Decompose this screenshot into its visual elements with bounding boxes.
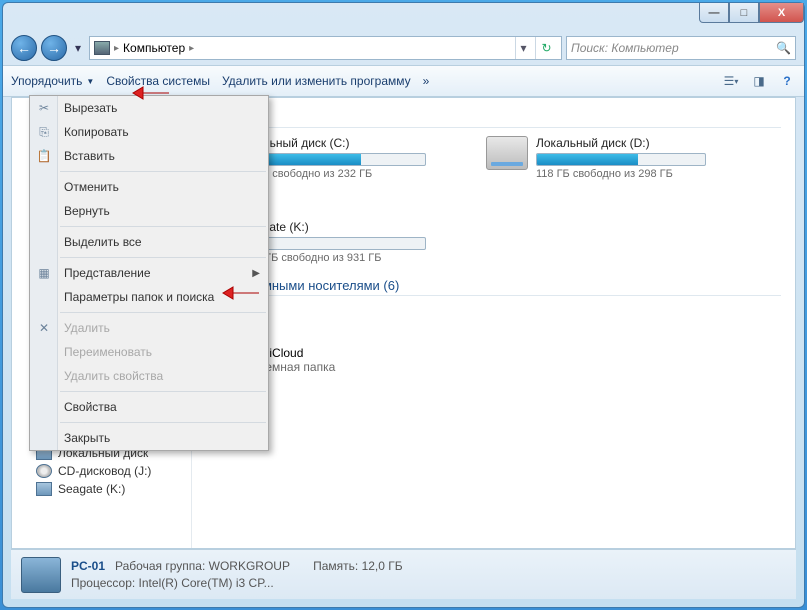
toolbar-more[interactable]: »	[423, 74, 430, 88]
breadcrumb-sep: ▸	[114, 43, 119, 54]
drive-d[interactable]: Локальный диск (D:) 118 ГБ свободно из 2…	[486, 136, 726, 180]
computer-icon	[94, 41, 110, 55]
icloud-folder[interactable]: то iCloud стемная папка	[206, 344, 781, 376]
preview-pane-button[interactable]: ◨	[750, 72, 768, 90]
layout-icon: ▦	[36, 265, 52, 281]
group-removable[interactable]: ва со съемными носителями (6)	[206, 278, 781, 296]
workgroup-value: WORKGROUP	[209, 559, 290, 573]
computer-icon	[21, 557, 61, 593]
search-icon: 🔍	[776, 41, 791, 55]
pc-name: PC-01	[71, 559, 105, 573]
back-button[interactable]: ←	[11, 35, 37, 61]
breadcrumb-sep: ▸	[189, 43, 194, 54]
address-bar-row: ← → ▾ ▸ Компьютер ▸ ▾ ↻ Поиск: Компьютер…	[3, 31, 804, 65]
main-pane: диски (3) альный диск (C:) ГБ свободно и…	[192, 98, 795, 548]
menu-delete: ✕Удалить	[30, 316, 268, 340]
toolbar: Упорядочить▼ Свойства системы Удалить ил…	[3, 65, 804, 97]
menu-properties[interactable]: Свойства	[30, 395, 268, 419]
forward-button[interactable]: →	[41, 35, 67, 61]
search-input[interactable]: Поиск: Компьютер 🔍	[566, 36, 796, 60]
drive-k-label: agate (K:)	[256, 220, 446, 234]
organize-button[interactable]: Упорядочить▼	[11, 74, 94, 88]
annotation-arrow-organize	[131, 81, 171, 105]
close-button[interactable]: X	[759, 3, 804, 23]
paste-icon: 📋	[36, 148, 52, 164]
submenu-arrow-icon: ▶	[252, 268, 260, 279]
drive-k-space: 0 ГБ свободно из 931 ГБ	[256, 252, 446, 264]
help-button[interactable]: ?	[778, 72, 796, 90]
delete-icon: ✕	[36, 320, 52, 336]
copy-icon: ⎘	[36, 124, 52, 140]
menu-remove-props: Удалить свойства	[30, 364, 268, 388]
memory-value: 12,0 ГБ	[362, 559, 403, 573]
breadcrumb-root[interactable]: Компьютер	[123, 41, 185, 55]
uninstall-button[interactable]: Удалить или изменить программу	[222, 74, 411, 88]
drive-k-usage-bar	[256, 237, 426, 250]
menu-close[interactable]: Закрыть	[30, 426, 268, 450]
refresh-button[interactable]: ↻	[535, 37, 557, 59]
cpu-label: Процессор:	[71, 576, 135, 590]
drive-c-label: альный диск (C:)	[256, 136, 446, 150]
group-hard-disks[interactable]: диски (3)	[206, 110, 781, 128]
menu-redo[interactable]: Вернуть	[30, 199, 268, 223]
view-options-button[interactable]: ☰▾	[722, 72, 740, 90]
drive-d-label: Локальный диск (D:)	[536, 136, 726, 150]
menu-copy[interactable]: ⎘Копировать	[30, 120, 268, 144]
drive-d-space: 118 ГБ свободно из 298 ГБ	[536, 168, 726, 180]
hdd-icon	[486, 136, 528, 170]
memory-label: Память:	[313, 559, 358, 573]
menu-rename: Переименовать	[30, 340, 268, 364]
scissors-icon: ✂	[36, 100, 52, 116]
maximize-button[interactable]: □	[729, 3, 759, 23]
workgroup-label: Рабочая группа:	[115, 559, 205, 573]
drive-d-usage-bar	[536, 153, 706, 166]
menu-select-all[interactable]: Выделить все	[30, 230, 268, 254]
explorer-window: — □ X ← → ▾ ▸ Компьютер ▸ ▾ ↻ Поиск: Ком…	[2, 2, 805, 608]
organize-menu: ✂Вырезать ⎘Копировать 📋Вставить Отменить…	[29, 95, 269, 451]
minimize-button[interactable]: —	[699, 3, 729, 23]
address-bar[interactable]: ▸ Компьютер ▸ ▾ ↻	[89, 36, 562, 60]
hdd-icon	[36, 482, 52, 496]
menu-undo[interactable]: Отменить	[30, 175, 268, 199]
cd-icon	[36, 464, 52, 478]
nav-history-dropdown[interactable]: ▾	[71, 38, 85, 58]
drive-c-usage-bar	[256, 153, 426, 166]
menu-paste[interactable]: 📋Вставить	[30, 144, 268, 168]
drive-c-space: ГБ свободно из 232 ГБ	[256, 168, 446, 180]
sidebar-item-cd-drive[interactable]: CD-дисковод (J:)	[12, 462, 191, 480]
cpu-value: Intel(R) Core(TM) i3 CP...	[139, 576, 274, 590]
titlebar: — □ X	[3, 3, 804, 31]
address-dropdown[interactable]: ▾	[515, 37, 531, 59]
annotation-arrow-folder-options	[221, 281, 261, 305]
status-bar: PC-01 Рабочая группа: WORKGROUP Память: …	[11, 549, 796, 599]
sidebar-item-seagate[interactable]: Seagate (K:)	[12, 480, 191, 498]
search-placeholder: Поиск: Компьютер	[571, 41, 679, 55]
